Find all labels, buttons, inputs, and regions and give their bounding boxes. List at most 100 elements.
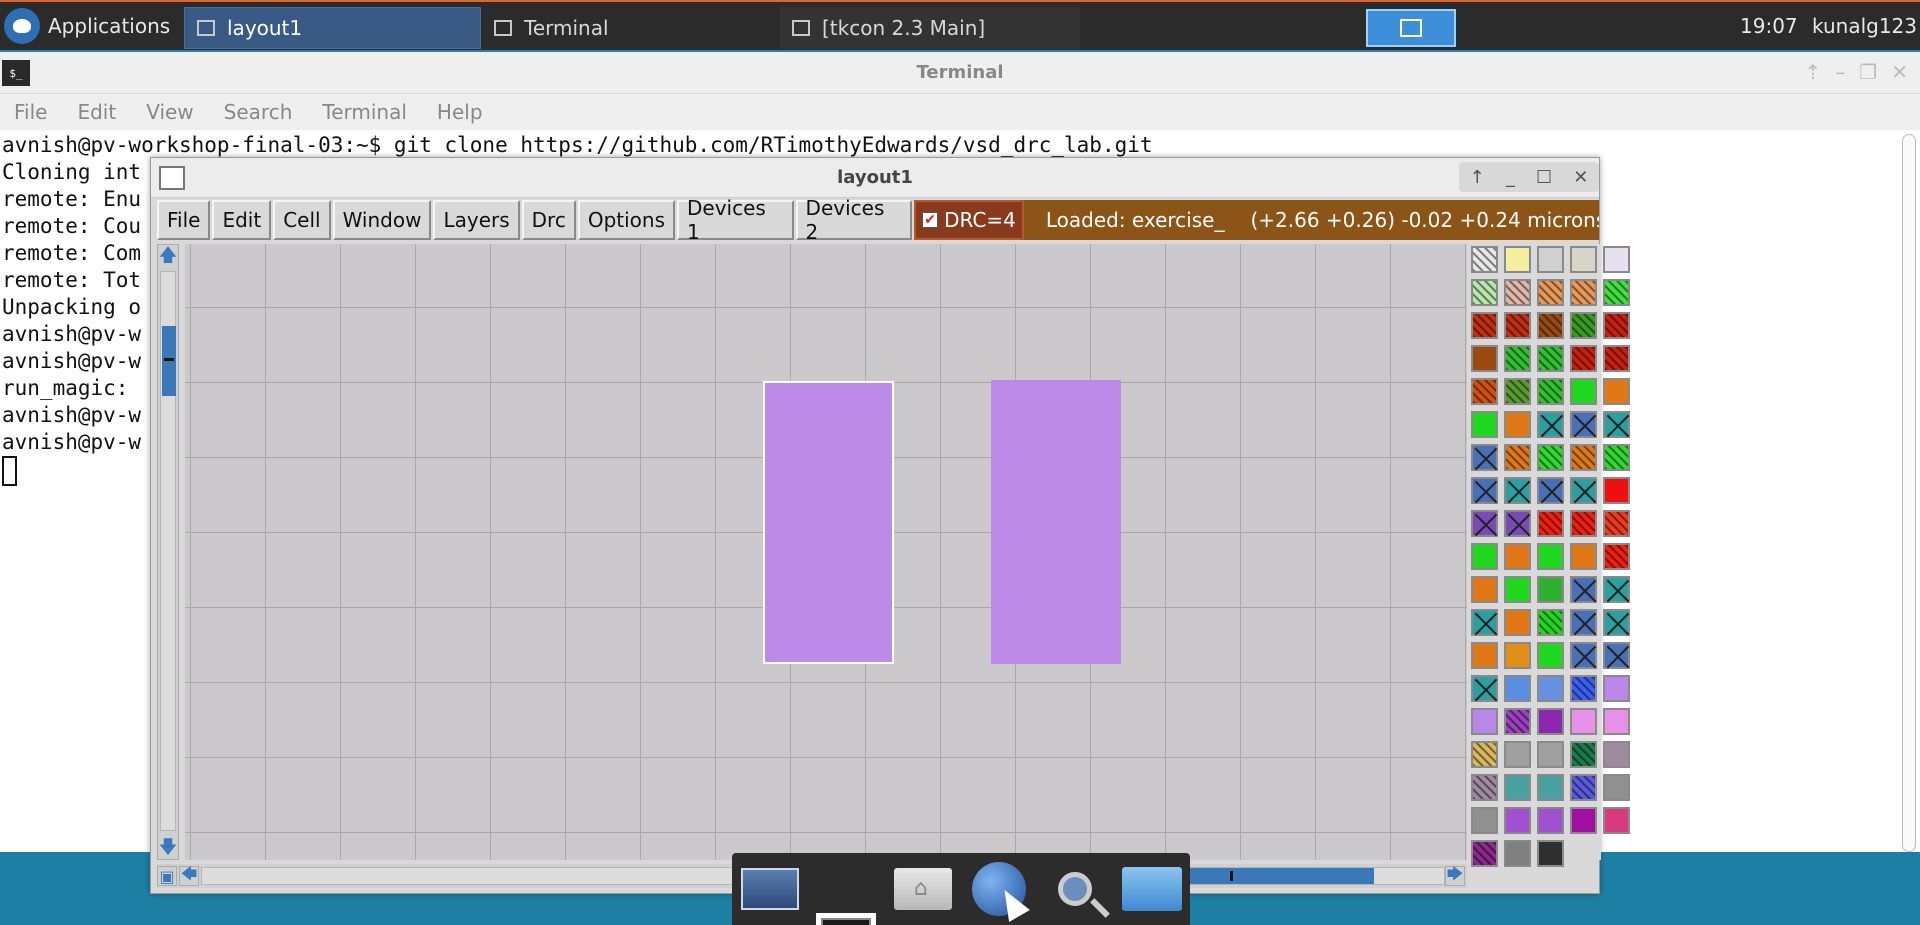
layer-swatch[interactable] bbox=[1471, 642, 1498, 669]
layer-swatch[interactable] bbox=[1537, 477, 1564, 504]
layer-swatch[interactable] bbox=[1537, 774, 1564, 801]
layer-swatch[interactable] bbox=[1570, 246, 1597, 273]
layer-swatch[interactable] bbox=[1504, 510, 1531, 537]
layer-swatch[interactable] bbox=[1537, 576, 1564, 603]
menu-search[interactable]: Search bbox=[224, 100, 293, 124]
folder-icon[interactable] bbox=[1121, 861, 1182, 917]
layer-swatch[interactable] bbox=[1537, 708, 1564, 735]
terminal-scrollbar[interactable] bbox=[1902, 134, 1916, 852]
menu-devices-1[interactable]: Devices 1 bbox=[677, 196, 794, 244]
layer-swatch[interactable] bbox=[1471, 576, 1498, 603]
layer-swatch[interactable] bbox=[1570, 807, 1597, 834]
layer-swatch[interactable] bbox=[1570, 741, 1597, 768]
layout-shape-selected[interactable] bbox=[763, 381, 894, 664]
layer-swatch[interactable] bbox=[1603, 378, 1630, 405]
layer-swatch[interactable] bbox=[1603, 411, 1630, 438]
drc-checkbox[interactable]: ✔ bbox=[922, 212, 939, 228]
shade-icon[interactable]: ⇡ bbox=[1805, 60, 1822, 84]
layer-swatch[interactable] bbox=[1504, 642, 1531, 669]
layer-swatch[interactable] bbox=[1537, 279, 1564, 306]
search-icon[interactable] bbox=[1045, 861, 1105, 917]
layer-swatch[interactable] bbox=[1603, 312, 1630, 339]
layer-swatch[interactable] bbox=[1504, 741, 1531, 768]
workspace-switcher[interactable] bbox=[1366, 9, 1456, 47]
layer-swatch[interactable] bbox=[1471, 477, 1498, 504]
layout-canvas[interactable] bbox=[185, 244, 1467, 860]
layer-swatch[interactable] bbox=[1537, 510, 1564, 537]
menu-options[interactable]: Options bbox=[577, 200, 675, 240]
menu-edit[interactable]: Edit bbox=[77, 100, 116, 124]
layer-swatch[interactable] bbox=[1603, 444, 1630, 471]
layer-swatch[interactable] bbox=[1570, 378, 1597, 405]
layer-swatch[interactable] bbox=[1504, 312, 1531, 339]
layer-swatch[interactable] bbox=[1504, 774, 1531, 801]
scroll-up-icon[interactable]: 🡅 bbox=[158, 245, 178, 267]
layer-swatch[interactable] bbox=[1570, 411, 1597, 438]
layer-swatch[interactable] bbox=[1471, 807, 1498, 834]
layer-swatch[interactable] bbox=[1537, 345, 1564, 372]
layer-swatch[interactable] bbox=[1603, 576, 1630, 603]
layer-swatch[interactable] bbox=[1504, 675, 1531, 702]
menu-edit[interactable]: Edit bbox=[212, 200, 272, 240]
layer-swatch[interactable] bbox=[1570, 675, 1597, 702]
layer-swatch[interactable] bbox=[1471, 312, 1498, 339]
layer-swatch[interactable] bbox=[1504, 708, 1531, 735]
layer-swatch[interactable] bbox=[1570, 642, 1597, 669]
layer-swatch[interactable] bbox=[1471, 774, 1498, 801]
clock[interactable]: 19:07 bbox=[1740, 14, 1798, 38]
layer-swatch[interactable] bbox=[1537, 642, 1564, 669]
menu-view[interactable]: View bbox=[146, 100, 193, 124]
layer-swatch[interactable] bbox=[1603, 510, 1630, 537]
task-layout1[interactable]: layout1 bbox=[184, 7, 481, 49]
menu-terminal[interactable]: Terminal bbox=[322, 100, 407, 124]
layer-swatch[interactable] bbox=[1537, 840, 1564, 867]
layer-swatch[interactable] bbox=[1603, 774, 1630, 801]
layer-swatch[interactable] bbox=[1603, 609, 1630, 636]
layer-swatch[interactable] bbox=[1570, 477, 1597, 504]
scroll-track[interactable] bbox=[160, 271, 176, 831]
menu-cell[interactable]: Cell bbox=[273, 200, 331, 240]
layer-swatch[interactable] bbox=[1471, 543, 1498, 570]
layer-swatch[interactable] bbox=[1504, 477, 1531, 504]
layer-swatch[interactable] bbox=[1603, 642, 1630, 669]
layer-swatch[interactable] bbox=[1570, 444, 1597, 471]
layer-swatch[interactable] bbox=[1471, 741, 1498, 768]
layer-swatch[interactable] bbox=[1471, 246, 1498, 273]
menu-devices-2[interactable]: Devices 2 bbox=[795, 196, 913, 244]
layer-swatch[interactable] bbox=[1471, 279, 1498, 306]
layer-swatch[interactable] bbox=[1504, 378, 1531, 405]
layer-swatch[interactable] bbox=[1504, 807, 1531, 834]
layer-swatch[interactable] bbox=[1504, 279, 1531, 306]
layer-swatch[interactable] bbox=[1471, 444, 1498, 471]
home-folder-icon[interactable] bbox=[893, 861, 953, 917]
layer-swatch[interactable] bbox=[1603, 477, 1630, 504]
layer-swatch[interactable] bbox=[1471, 345, 1498, 372]
layer-swatch[interactable] bbox=[1570, 312, 1597, 339]
layer-swatch[interactable] bbox=[1471, 675, 1498, 702]
scroll-thumb[interactable] bbox=[162, 326, 176, 396]
layer-swatch[interactable] bbox=[1603, 708, 1630, 735]
layer-swatch[interactable] bbox=[1504, 345, 1531, 372]
minimize-icon[interactable]: – bbox=[1835, 60, 1845, 84]
scroll-thumb[interactable] bbox=[1182, 868, 1374, 884]
layer-swatch[interactable] bbox=[1603, 279, 1630, 306]
layer-swatch[interactable] bbox=[1537, 543, 1564, 570]
layer-swatch[interactable] bbox=[1537, 246, 1564, 273]
menu-window[interactable]: Window bbox=[332, 200, 432, 240]
task-tkcon[interactable]: [tkcon 2.3 Main] bbox=[780, 7, 1080, 49]
layer-swatch[interactable] bbox=[1471, 609, 1498, 636]
layer-swatch[interactable] bbox=[1537, 312, 1564, 339]
menu-layers[interactable]: Layers bbox=[433, 200, 520, 240]
close-icon[interactable]: ✕ bbox=[1573, 167, 1588, 188]
maximize-icon[interactable]: ☐ bbox=[1536, 167, 1552, 188]
layer-swatch[interactable] bbox=[1471, 510, 1498, 537]
layer-swatch[interactable] bbox=[1537, 675, 1564, 702]
terminal-titlebar[interactable]: $_ Terminal ⇡ – ❐ ✕ bbox=[0, 52, 1920, 94]
menu-drc[interactable]: Drc bbox=[521, 200, 576, 240]
layer-swatch[interactable] bbox=[1570, 576, 1597, 603]
layer-swatch[interactable] bbox=[1603, 741, 1630, 768]
scroll-down-icon[interactable]: 🡇 bbox=[158, 837, 178, 859]
layer-swatch[interactable] bbox=[1537, 741, 1564, 768]
layer-swatch[interactable] bbox=[1570, 774, 1597, 801]
layout-titlebar[interactable]: layout1 ↑ _ ☐ ✕ bbox=[151, 158, 1599, 198]
